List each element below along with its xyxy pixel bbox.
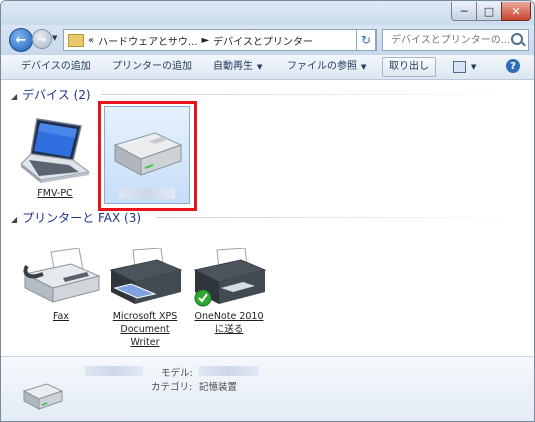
device-item-fmv-pc[interactable]: FMV-PC [19,114,91,204]
help-button[interactable]: ? [506,59,520,73]
category-label: カテゴリ: [151,382,193,393]
refresh-icon: ↻ [360,33,372,47]
collapse-arrow-icon[interactable]: ◢ [11,215,17,224]
change-view-icon[interactable] [453,61,466,73]
content-pane: ◢ デバイス (2) FMV-PC ◢ プリンターと FAX (3) Fax M… [1,80,534,356]
details-pane: モデル: カテゴリ: 記憶装置 [1,356,534,421]
chevron-down-icon: ▼ [361,63,367,71]
back-arrow-icon: ← [15,32,27,48]
add-printer-button[interactable]: プリンターの追加 [112,58,192,76]
autoplay-label: 自動再生 [213,61,253,72]
model-value-redacted [199,366,259,376]
fax-icon [23,248,101,303]
devices-group-header[interactable]: ◢ デバイス (2) [11,86,91,103]
breadcrumb-hardware-sound[interactable]: ハードウェアとサウ... [98,33,197,48]
recent-pages-dropdown[interactable]: ▼ [52,34,57,42]
refresh-button[interactable]: ↻ [356,29,376,51]
printer-item-onenote[interactable]: OneNote 2010 に送る [189,246,269,336]
device-label-fmv-pc: FMV-PC [37,188,73,199]
navigation-bar: ← → ▼ « ハードウェアとサウ... ► デバイスとプリンター ▼ ↻ [1,25,534,55]
title-bar: ─ □ ✕ [1,1,534,27]
highlight-frame [98,101,197,211]
search-box[interactable] [382,29,529,51]
printer-label-fax: Fax [52,311,70,322]
folder-icon [68,33,84,47]
group-divider [156,217,521,218]
eject-button[interactable]: 取り出し [382,57,436,77]
browse-files-label: ファイルの参照 [287,61,357,72]
model-label: モデル: [161,368,193,379]
printers-group-title: プリンターと FAX (3) [22,211,142,225]
address-bar[interactable]: « ハードウェアとサウ... ► デバイスとプリンター ▼ [63,29,377,51]
close-icon: ✕ [511,4,521,18]
selected-drive-icon [22,383,64,410]
autoplay-button[interactable]: 自動再生 ▼ [213,58,262,76]
printer-item-fax[interactable]: Fax [21,248,101,328]
forward-arrow-icon: → [37,32,47,46]
address-overflow[interactable]: « [88,35,94,46]
printer-icon [109,248,183,304]
selected-device-name-redacted [85,366,143,376]
forward-button[interactable]: → [32,29,52,49]
breadcrumb-separator-icon[interactable]: ► [201,35,209,46]
command-bar: デバイスの追加 プリンターの追加 自動再生 ▼ ファイルの参照 ▼ 取り出し ▼ ? [1,55,534,80]
maximize-icon: □ [483,4,495,18]
printers-group-header[interactable]: ◢ プリンターと FAX (3) [11,209,141,226]
breadcrumb-devices-printers[interactable]: デバイスとプリンター [213,33,313,48]
maximize-button[interactable]: □ [476,2,502,21]
add-device-button[interactable]: デバイスの追加 [21,58,91,76]
chevron-down-icon: ▼ [257,63,263,71]
collapse-arrow-icon[interactable]: ◢ [11,92,17,101]
printer-label-onenote: OneNote 2010 に送る [194,311,264,335]
search-input[interactable] [389,33,513,47]
printer-item-xps-writer[interactable]: Microsoft XPS Document Writer [105,246,185,350]
explorer-window: ─ □ ✕ ← → ▼ « ハードウェアとサウ... ► デバイスとプリンター … [0,0,535,422]
close-button[interactable]: ✕ [501,2,531,21]
minimize-icon: ─ [460,4,468,18]
laptop-icon [20,118,91,183]
browse-files-button[interactable]: ファイルの参照 ▼ [287,58,366,76]
printer-label-xps-writer: Microsoft XPS Document Writer [112,311,178,348]
category-value: 記憶装置 [199,382,238,393]
devices-group-title: デバイス (2) [22,88,91,102]
back-button[interactable]: ← [9,28,33,52]
group-divider [101,94,521,95]
default-printer-icon [193,248,267,307]
view-options-dropdown[interactable]: ▼ [471,58,476,76]
minimize-button[interactable]: ─ [451,2,477,21]
search-icon[interactable] [511,33,523,45]
